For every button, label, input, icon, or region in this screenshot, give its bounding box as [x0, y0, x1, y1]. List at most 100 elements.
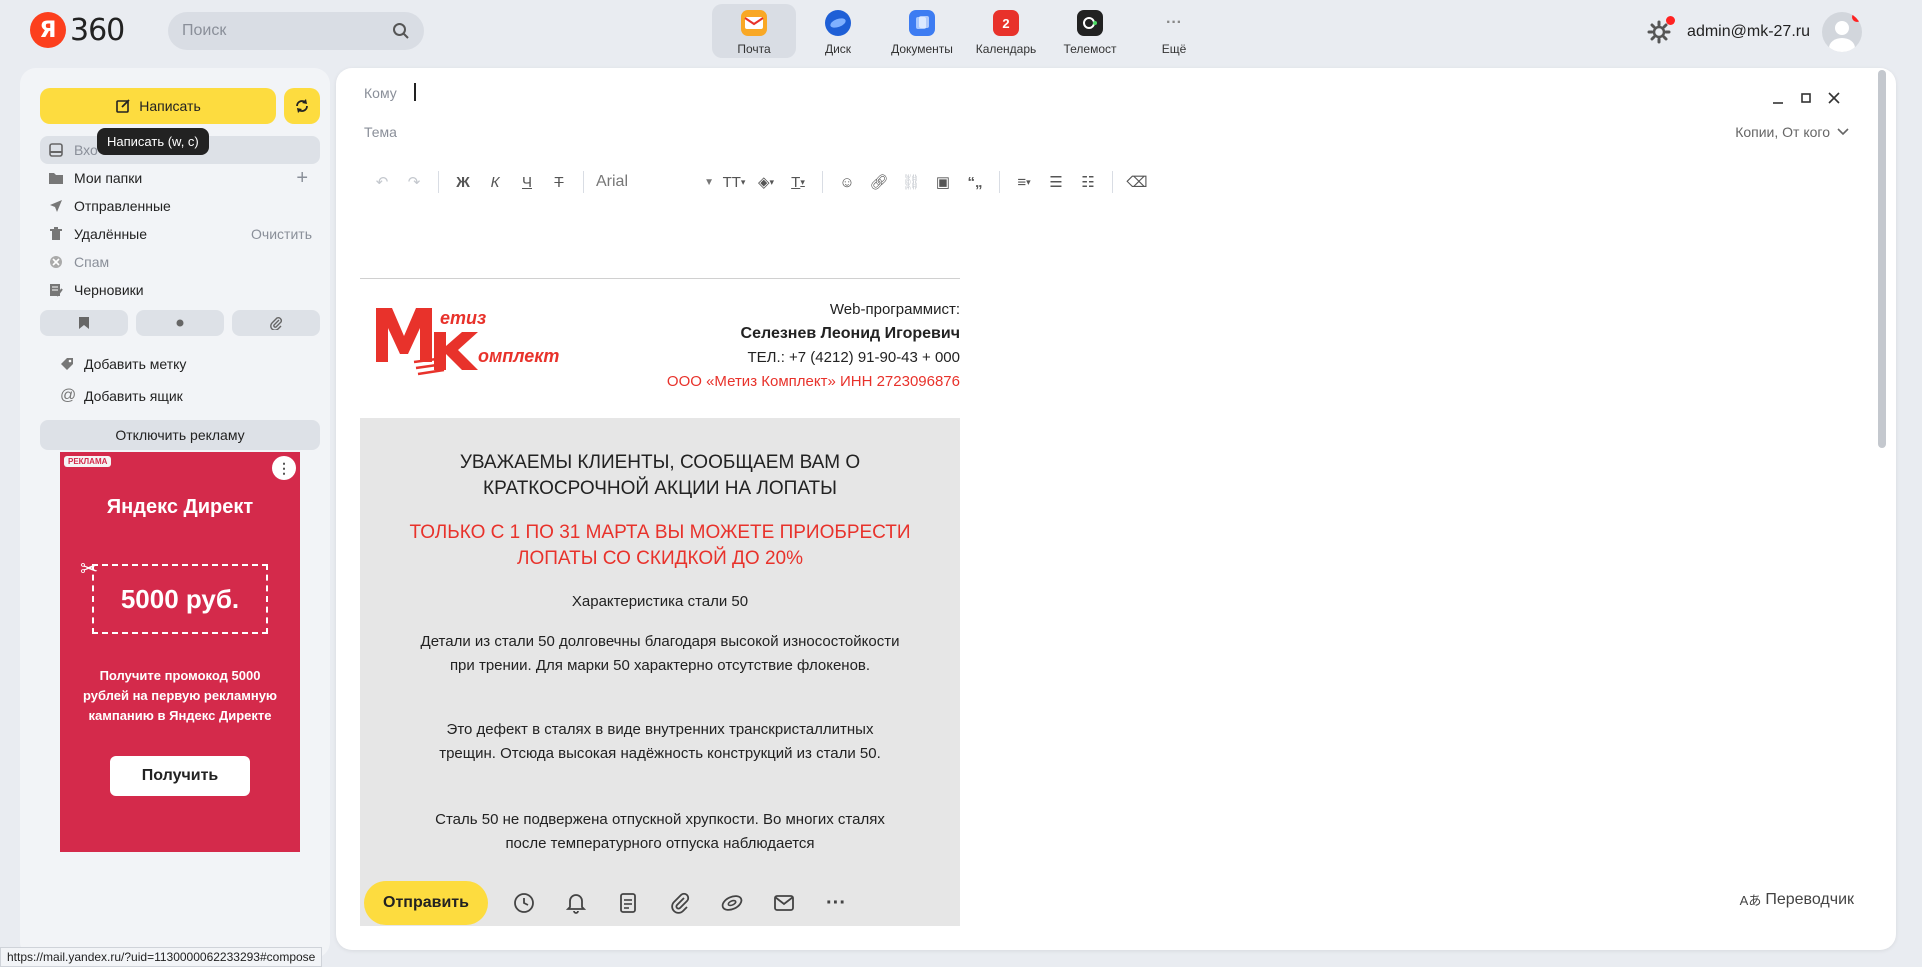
template-icon[interactable] [602, 881, 654, 925]
ad-text: Получите промокод 5000 рублей на первую … [82, 668, 278, 723]
add-label-link[interactable]: Добавить метку [60, 348, 186, 380]
font-family-value: Arial [596, 173, 629, 190]
service-documents[interactable]: Документы [880, 4, 964, 58]
service-label: Телемост [1063, 42, 1117, 56]
search-box[interactable] [168, 12, 424, 50]
fill-color-icon[interactable]: ◈ ▾ [750, 168, 782, 196]
folder-list: Вхо Мои папки + Отправленные Удалённые О… [40, 136, 320, 304]
quote-icon[interactable]: “„ [959, 168, 991, 196]
settings-gear-icon[interactable] [1645, 16, 1676, 46]
folder-my-folders[interactable]: Мои папки + [40, 164, 320, 192]
font-size-icon[interactable]: TT ▾ [718, 168, 750, 196]
attach-paperclip-icon[interactable] [654, 881, 706, 925]
calendar-icon: 2 [993, 10, 1019, 36]
sidebar: Написать Написать (w, c) Вхо Мои папки +… [20, 68, 330, 958]
folder-trash[interactable]: Удалённые Очистить [40, 220, 320, 248]
service-disk[interactable]: Диск [796, 4, 880, 58]
folder-label: Отправленные [74, 198, 171, 214]
disable-ads-button[interactable]: Отключить рекламу [40, 420, 320, 450]
refresh-button[interactable] [284, 88, 320, 124]
more-options-icon[interactable]: ··· [810, 881, 862, 925]
copies-from-toggle[interactable]: Копии, От кого [1735, 124, 1850, 140]
toolbar-divider [438, 171, 439, 193]
bulleted-list-icon[interactable]: ☰ [1040, 168, 1072, 196]
compose-scrollbar-thumb[interactable] [1878, 70, 1886, 448]
paperclip-icon [270, 317, 282, 330]
service-telemost[interactable]: Телемост [1048, 4, 1132, 58]
filter-unread[interactable] [136, 310, 224, 336]
chevron-down-icon [1837, 128, 1849, 136]
service-mail[interactable]: Почта [712, 4, 796, 58]
signature-block: Web-программист: Селезнев Леонид Игореви… [667, 298, 960, 394]
filter-flagged[interactable] [40, 310, 128, 336]
compose-button[interactable]: Написать [40, 88, 276, 124]
disk-icon [825, 10, 851, 36]
attach-disk-icon[interactable] [706, 881, 758, 925]
logo-text: 360 [70, 12, 125, 48]
promo-highlight: ТОЛЬКО С 1 ПО 31 МАРТА ВЫ МОЖЕТЕ ПРИОБРЕ… [409, 522, 911, 569]
italic-icon[interactable]: К [479, 168, 511, 196]
service-calendar[interactable]: 2 Календарь [964, 4, 1048, 58]
translator-button[interactable]: Aあ Переводчик [1740, 890, 1854, 909]
format-toolbar: ↶ ↷ Ж К Ч T Arial ▼ TT ▾ ◈ ▾ T ▾ ☺ 🔗︎ ⛓︎ ▣ … [366, 166, 1153, 198]
underline-icon[interactable]: Ч [511, 168, 543, 196]
emoji-icon[interactable]: ☺ [831, 168, 863, 196]
envelope-icon[interactable] [758, 881, 810, 925]
avatar[interactable] [1822, 12, 1862, 52]
signature-phone: ТЕЛ.: +7 (4212) 91-90-43 + 000 [747, 349, 960, 366]
promo-paragraph-1: Характеристика стали 50 [571, 593, 749, 610]
message-body-editor[interactable]: етиз омплект Web-программист: Селезнев Л… [360, 278, 960, 926]
service-more[interactable]: ··· Ещё [1132, 4, 1216, 58]
image-icon[interactable]: ▣ [927, 168, 959, 196]
service-label: Почта [737, 42, 771, 56]
minimize-icon[interactable] [1764, 84, 1792, 112]
compose-tooltip: Написать (w, c) [97, 128, 209, 155]
logo-top-text: етиз [440, 308, 486, 328]
bold-icon[interactable]: Ж [447, 168, 479, 196]
translate-icon: Aあ [1739, 893, 1762, 908]
compose-bottom-bar: Отправить ··· Aあ Переводчик [364, 880, 1864, 926]
undo-icon[interactable]: ↶ [366, 168, 398, 196]
font-family-select[interactable]: Arial ▼ [592, 168, 718, 196]
ad-banner[interactable]: РЕКЛАМА ⋮ Яндекс Директ ✂ 5000 руб. Полу… [60, 452, 300, 852]
to-field-label[interactable]: Кому [364, 85, 397, 101]
signature-name: Селезнев Леонид Игоревич [740, 325, 960, 342]
close-icon[interactable] [1820, 84, 1848, 112]
text-color-icon[interactable]: T ▾ [782, 168, 814, 196]
folder-spam[interactable]: Спам [40, 248, 320, 276]
link-icon[interactable]: 🔗︎ [863, 168, 895, 196]
search-icon[interactable] [392, 22, 410, 40]
reminder-bell-icon[interactable] [550, 881, 602, 925]
folder-label: Удалённые [74, 226, 148, 242]
service-label: Диск [824, 42, 852, 56]
schedule-clock-icon[interactable] [498, 881, 550, 925]
redo-icon[interactable]: ↷ [398, 168, 430, 196]
clear-format-icon[interactable]: ⌫ [1121, 168, 1153, 196]
ad-get-button[interactable]: Получить [110, 756, 250, 796]
service-label: Ещё [1161, 42, 1187, 56]
align-icon[interactable]: ≡ ▾ [1008, 168, 1040, 196]
folder-label: Черновики [74, 282, 144, 298]
search-input[interactable] [182, 22, 382, 40]
tag-icon [60, 357, 76, 371]
subject-field-label[interactable]: Тема [364, 124, 397, 140]
add-mailbox-link[interactable]: @ Добавить ящик [60, 380, 186, 412]
folder-sent[interactable]: Отправленные [40, 192, 320, 220]
notification-dot [1852, 12, 1862, 22]
yandex-logo-icon: Я [30, 12, 66, 48]
unlink-icon[interactable]: ⛓︎ [895, 168, 927, 196]
promo-paragraph-4: Сталь 50 не подвержена отпускной хрупкос… [435, 811, 885, 852]
maximize-icon[interactable] [1792, 84, 1820, 112]
strikethrough-icon[interactable]: T [543, 168, 575, 196]
unread-dot-icon [176, 319, 184, 327]
send-button[interactable]: Отправить [364, 881, 488, 925]
add-folder-plus-icon[interactable]: + [296, 168, 308, 188]
filter-attachments[interactable] [232, 310, 320, 336]
drafts-icon [48, 282, 64, 298]
folder-drafts[interactable]: Черновики [40, 276, 320, 304]
ad-menu-icon[interactable]: ⋮ [272, 456, 296, 480]
user-email[interactable]: admin@mk-27.ru [1687, 23, 1810, 41]
numbered-list-icon[interactable]: ☷ [1072, 168, 1104, 196]
clear-trash-link[interactable]: Очистить [251, 226, 312, 242]
yandex-360-logo[interactable]: Я 360 [30, 12, 125, 48]
